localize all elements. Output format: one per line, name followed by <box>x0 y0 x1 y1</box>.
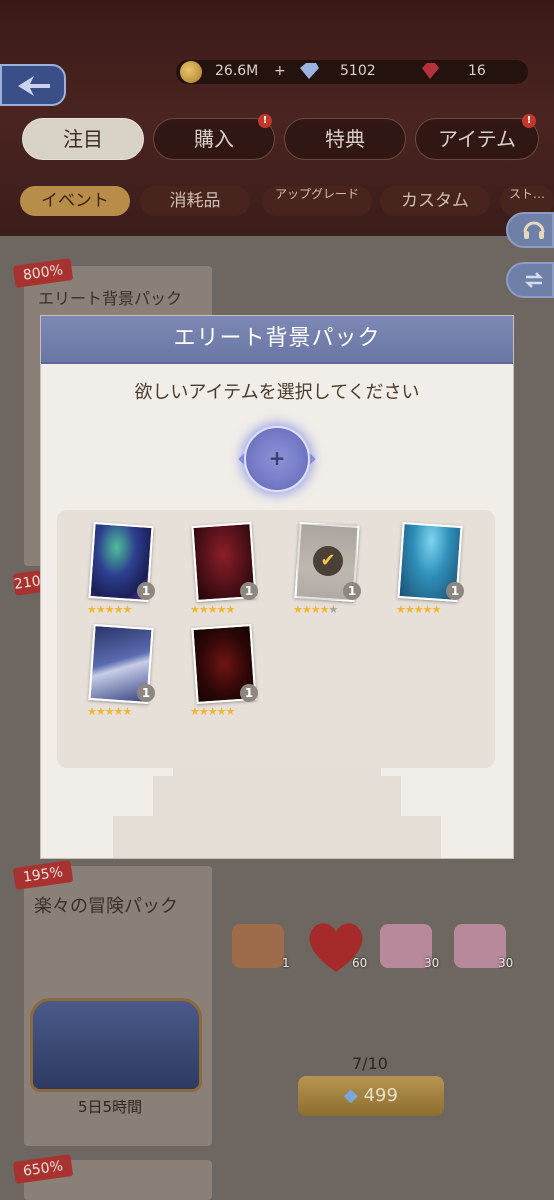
ruby-amount: 16 <box>468 63 486 79</box>
coin-amount: 26.6M <box>215 63 259 79</box>
reward-count: 30 <box>424 956 440 970</box>
subtab-upgrade[interactable]: アップグレード <box>262 186 372 216</box>
tab-bonus[interactable]: 特典 <box>284 118 406 160</box>
tab-purchase[interactable]: 購入 <box>153 118 275 160</box>
item-grid: 1 ★★★★★ 1 ★★★★★ ✔ 1 ★★★★★ 1 ★★★★★ 1 ★★★★… <box>57 510 495 768</box>
item-dark-red-background[interactable]: 1 ★★★★★ <box>190 623 260 718</box>
back-arrow-icon <box>18 76 50 96</box>
swap-arrows-icon <box>524 272 544 288</box>
treasure-chest-image <box>30 998 202 1092</box>
gem-amount: 5102 <box>340 63 376 79</box>
rarity-stars: ★★★★★ <box>190 603 235 616</box>
purchase-progress: 7/10 <box>352 1054 388 1073</box>
item-quantity: 1 <box>240 582 258 600</box>
item-quantity: 1 <box>343 582 361 600</box>
gem-icon <box>300 63 319 79</box>
headset-icon <box>523 221 545 239</box>
plus-icon: + <box>268 446 286 470</box>
add-coins-button[interactable]: + <box>274 63 286 79</box>
tab-purchase-badge: ! <box>258 114 272 128</box>
rarity-stars: ★★★★★ <box>190 705 235 718</box>
selected-item-slot[interactable]: + <box>244 426 310 492</box>
select-item-dialog: エリート背景パック 欲しいアイテムを選択してください + 1 ★★★★★ 1 ★… <box>41 316 513 858</box>
reward-count: 1 <box>282 956 290 970</box>
coin-icon <box>180 61 202 83</box>
item-grey-background[interactable]: ✔ 1 ★★★★★ <box>293 521 363 616</box>
support-button[interactable] <box>506 212 554 248</box>
item-aurora-city-background[interactable]: 1 ★★★★★ <box>87 521 157 616</box>
reward-count: 60 <box>352 956 368 970</box>
dialog-subtitle: 欲しいアイテムを選択してください <box>134 382 420 403</box>
card-title: エリート背景パック <box>38 289 183 308</box>
back-button[interactable] <box>0 64 66 106</box>
item-starry-sky-background[interactable]: 1 ★★★★★ <box>87 623 157 718</box>
tab-featured[interactable]: 注目 <box>22 118 144 160</box>
gem-icon: ◆ <box>344 1085 358 1106</box>
reward-count: 30 <box>498 956 514 970</box>
subtab-custom[interactable]: カスタム <box>380 186 490 216</box>
subtab-consumables[interactable]: 消耗品 <box>140 186 250 216</box>
rarity-stars: ★★★★★ <box>396 603 441 616</box>
card-title: 楽々の冒険パック <box>34 896 178 917</box>
buy-button[interactable]: ◆ 499 <box>298 1076 444 1116</box>
item-quantity: 1 <box>137 684 155 702</box>
rarity-stars: ★★★★★ <box>293 603 338 616</box>
tab-items[interactable]: アイテム <box>415 118 539 160</box>
timer-label: 5日5時間 <box>78 1098 143 1116</box>
rarity-stars: ★★★★★ <box>87 603 132 616</box>
price-label: 499 <box>363 1085 398 1106</box>
discount-badge: 210% <box>12 570 44 596</box>
item-quantity: 1 <box>240 684 258 702</box>
item-red-forest-background[interactable]: 1 ★★★★★ <box>190 521 260 616</box>
ruby-icon <box>422 63 439 79</box>
item-quantity: 1 <box>137 582 155 600</box>
checkmark-icon: ✔ <box>313 546 343 576</box>
subtab-event[interactable]: イベント <box>20 186 130 216</box>
ticket-icon <box>232 924 284 968</box>
item-quantity: 1 <box>446 582 464 600</box>
dialog-title: エリート背景パック <box>173 326 381 351</box>
rarity-stars: ★★★★★ <box>87 705 132 718</box>
item-underwater-ruins-background[interactable]: 1 ★★★★★ <box>396 521 466 616</box>
tab-items-badge: ! <box>522 114 536 128</box>
refresh-button[interactable] <box>506 262 554 298</box>
